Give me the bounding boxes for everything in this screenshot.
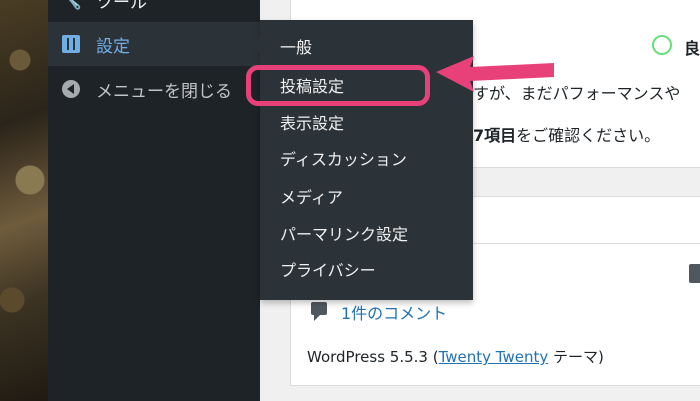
comments-link[interactable]: 1件のコメント — [341, 300, 447, 324]
version-suffix: テーマ) — [548, 348, 604, 366]
wrench-icon: 🔧 — [59, 0, 83, 11]
submenu-item-discussion[interactable]: ディスカッション — [280, 150, 407, 170]
wordpress-version: WordPress 5.5.3 (Twenty Twenty テーマ) — [307, 346, 604, 367]
collapse-menu-button[interactable]: メニューを閉じる — [48, 67, 260, 111]
highlight-box — [246, 65, 430, 106]
pointer-arrow-icon — [436, 56, 554, 92]
submenu-item-general[interactable]: 一般 — [280, 38, 312, 58]
submenu-item-reading[interactable]: 表示設定 — [280, 114, 344, 134]
sidebar-item-label: 設定 — [96, 36, 130, 57]
comment-icon — [311, 302, 327, 321]
health-message-suffix: をご確認ください。 — [516, 126, 661, 145]
background-photo — [0, 0, 48, 401]
health-message-line2: 7項目をご確認ください。 — [473, 122, 660, 146]
health-issue-count[interactable]: 7項目 — [473, 126, 516, 145]
pages-icon — [689, 264, 700, 283]
submenu-item-privacy[interactable]: プライバシー — [280, 261, 376, 281]
version-prefix: WordPress 5.5.3 ( — [307, 348, 439, 366]
collapse-menu-label: メニューを閉じる — [96, 81, 232, 102]
health-status-label: 良 — [684, 39, 700, 58]
sidebar-item-label: ツール — [96, 0, 147, 13]
health-status-circle-icon — [652, 35, 672, 55]
collapse-arrow-icon — [60, 78, 82, 100]
sidebar-item-tools[interactable]: 🔧 ツール — [48, 0, 260, 22]
submenu-item-media[interactable]: メディア — [280, 188, 343, 208]
admin-sidebar: 🔧 ツール 設定 メニューを閉じる — [48, 0, 260, 401]
settings-sliders-icon — [60, 33, 82, 55]
sidebar-item-settings[interactable]: 設定 — [48, 22, 260, 66]
theme-link[interactable]: Twenty Twenty — [439, 348, 549, 366]
submenu-item-permalinks[interactable]: パーマリンク設定 — [280, 225, 408, 245]
